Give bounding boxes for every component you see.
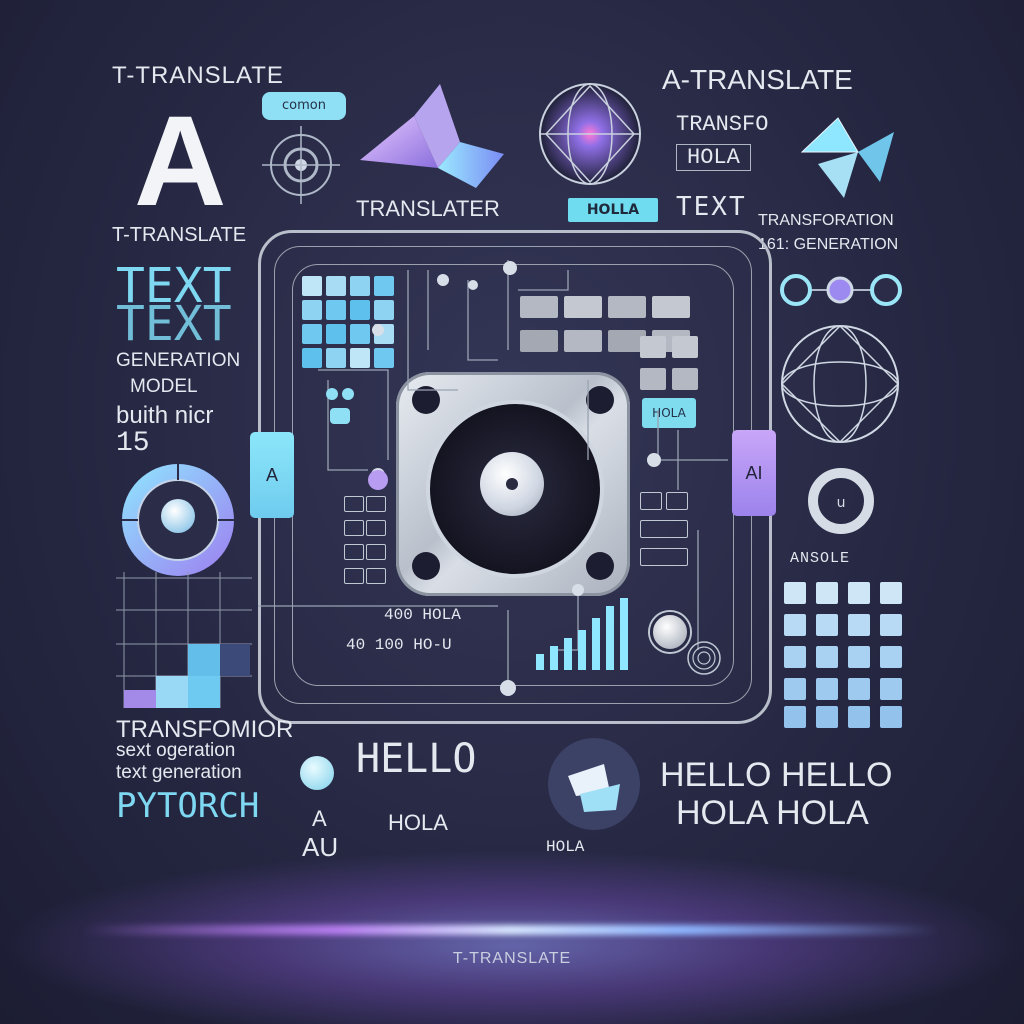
hola-label: HOLA [388, 810, 448, 835]
ring-icon: u [808, 468, 874, 534]
pill-label: comon [262, 92, 346, 120]
glow-stripe [80, 925, 940, 935]
model-label: MODEL [130, 376, 198, 397]
right-top-label: A-TRANSLATE [662, 64, 853, 95]
ansole-label: ANSOLE [790, 550, 851, 567]
transformation-label: TRANSFORATION [758, 212, 894, 229]
board-row-1: 400 HOLA [384, 606, 461, 624]
left-sub-label: T-TRANSLATE [112, 224, 247, 246]
big-letter-a: A [134, 90, 227, 233]
bottom-left-orb [300, 756, 334, 790]
right-generation-label: 161: GENERATION [758, 236, 899, 253]
translate-logo-icon [360, 84, 504, 188]
pinwheel-icon [800, 117, 894, 198]
transfo-label: TRANSFO [676, 112, 769, 137]
hello-hello-label: HELLO HELLO [660, 756, 893, 794]
hola-hola-label: HOLA HOLA [676, 794, 869, 832]
text-generation-label-1: sext ogeration [116, 740, 236, 761]
left-top-label: T-TRANSLATE [112, 62, 284, 89]
generation-label: GENERATION [116, 350, 241, 371]
target-icon [262, 126, 340, 204]
board-cyan-bits [326, 388, 356, 428]
globe-icon [539, 83, 641, 185]
translater-label: TRANSLATER [356, 196, 500, 221]
hola-badge: HOLLA [568, 198, 658, 222]
bottom-glow [0, 850, 1024, 1024]
footer-brand: T-TRANSLATE [452, 950, 572, 967]
fingerprint-icon [687, 641, 721, 675]
a-label: A [312, 806, 327, 831]
left-grid [116, 572, 252, 708]
number-label: 15 [116, 428, 150, 459]
text-label-2: TEXT [116, 296, 232, 352]
built-label: buith nicr [116, 402, 214, 429]
svg-text:u: u [837, 495, 846, 511]
board-knob [650, 612, 690, 652]
pytorch-label: PYTORCH [116, 786, 260, 826]
right-text-label: TEXT [676, 192, 747, 222]
node-chain [780, 274, 902, 306]
text-generation-label-2: text generation [116, 762, 242, 783]
dial-icon [122, 464, 234, 576]
board-key-matrix [304, 496, 386, 596]
bar-gauge [536, 598, 628, 670]
right-hola-label: HOLA [676, 144, 751, 171]
board-key-matrix-right [640, 492, 700, 592]
bottom-center-logo-icon [548, 738, 640, 830]
right-tile-grid [784, 582, 904, 732]
board-row-2: 40 100 HO-U [346, 636, 452, 654]
hello-label: HELLO [356, 736, 477, 782]
right-globe-icon [780, 324, 900, 444]
